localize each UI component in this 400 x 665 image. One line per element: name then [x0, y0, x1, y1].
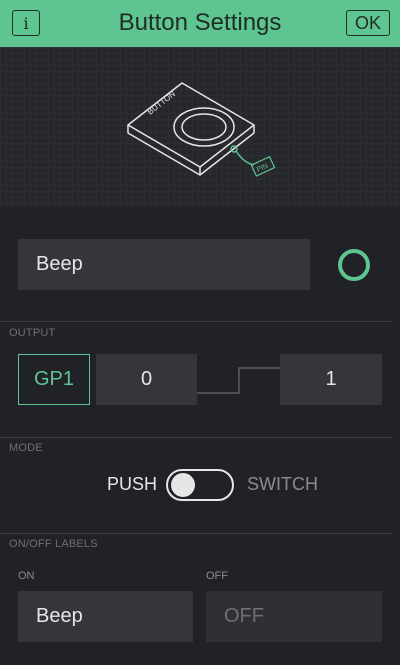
- divider: [0, 533, 392, 534]
- output-high-value-input[interactable]: 1: [280, 354, 382, 405]
- output-range-wave-icon: [197, 367, 281, 394]
- mode-switch-label[interactable]: SWITCH: [247, 474, 318, 495]
- page-title: Button Settings: [118, 9, 282, 36]
- pin-select-button[interactable]: GP1: [18, 354, 90, 405]
- output-section-label: OUTPUT: [9, 327, 56, 339]
- output-low-value-input[interactable]: 0: [96, 354, 197, 405]
- mode-toggle[interactable]: [166, 469, 234, 501]
- divider: [0, 321, 392, 322]
- off-label-input[interactable]: OFF: [206, 591, 382, 642]
- widget-name-input[interactable]: Beep: [18, 239, 310, 290]
- on-label-input[interactable]: Beep: [18, 591, 193, 642]
- labels-section-label: ON/OFF LABELS: [9, 538, 98, 550]
- pin-label: PIN: [256, 163, 270, 174]
- color-picker-button[interactable]: [338, 249, 370, 281]
- mode-push-label[interactable]: PUSH: [107, 474, 157, 495]
- toggle-knob: [171, 473, 195, 497]
- device-label: BUTTON: [146, 89, 178, 116]
- button-device-icon: BUTTON PIN: [127, 82, 276, 177]
- mode-section-label: MODE: [9, 442, 43, 454]
- on-label-caption: ON: [18, 570, 35, 582]
- widget-illustration: BUTTON PIN: [0, 47, 400, 207]
- off-label-caption: OFF: [206, 570, 228, 582]
- divider: [0, 437, 392, 438]
- header-bar: i Button Settings OK: [0, 0, 400, 47]
- ok-button[interactable]: OK: [346, 10, 390, 36]
